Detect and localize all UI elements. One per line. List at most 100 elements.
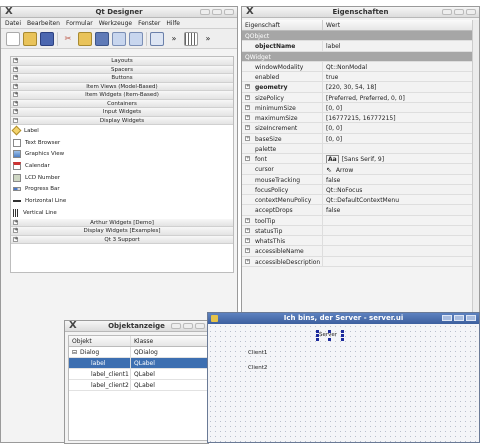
paste-icon[interactable] [95, 31, 109, 46]
menu-formular[interactable]: Formular [66, 20, 93, 27]
server-label-selection[interactable]: Server [316, 330, 344, 341]
toolbar-more-icon-2[interactable]: » [201, 32, 215, 46]
widget-editing-mode-icon[interactable] [150, 31, 164, 46]
widget-item[interactable]: Label [11, 125, 233, 137]
property-value[interactable] [323, 246, 474, 255]
expand-icon[interactable]: + [13, 219, 18, 225]
header-property[interactable]: Eigenschaft [242, 20, 323, 30]
property-row[interactable]: objectName label [242, 41, 474, 52]
property-value[interactable]: ⇖ Arrow [323, 164, 474, 173]
minimize-button[interactable] [442, 9, 452, 15]
designer-titlebar[interactable]: X Qt Designer [1, 6, 237, 18]
expand-icon[interactable]: + [245, 125, 250, 131]
expand-icon[interactable]: + [13, 83, 18, 89]
property-row[interactable]: palette [242, 143, 474, 154]
widget-category[interactable]: + Arthur Widgets [Demo] [11, 218, 233, 227]
close-button[interactable] [466, 315, 476, 321]
maximize-button[interactable] [454, 315, 464, 321]
widget-category[interactable]: + Item Views (Model-Based) [11, 82, 233, 91]
client2-label[interactable]: Client2 [248, 365, 267, 371]
expand-icon[interactable]: + [245, 258, 250, 264]
menu-werkzeuge[interactable]: Werkzeuge [99, 20, 132, 27]
widget-category[interactable]: + Qt 3 Support [11, 235, 233, 244]
close-button[interactable] [466, 9, 476, 15]
header-class[interactable]: Klasse [131, 336, 156, 346]
resize-handle[interactable] [316, 338, 319, 341]
properties-titlebar[interactable]: X Eigenschaften [242, 6, 479, 18]
property-row[interactable]: + sizeIncrement [0, 0] [242, 123, 474, 134]
property-value[interactable]: Qt::NonModal [323, 62, 474, 71]
objects-titlebar[interactable]: X Objektanzeige [65, 320, 208, 332]
widget-category[interactable]: + Containers [11, 99, 233, 108]
widget-category[interactable]: + Layouts [11, 57, 233, 66]
window-buttons[interactable] [442, 9, 476, 15]
widget-category[interactable]: + Buttons [11, 74, 233, 83]
property-row[interactable]: + font Aa [Sans Serif, 9] [242, 154, 474, 165]
property-value[interactable]: [220, 30, 54, 18] [323, 82, 474, 91]
minimize-button[interactable] [442, 315, 452, 321]
widget-category[interactable]: − Display Widgets [11, 116, 233, 125]
property-value[interactable]: Aa [Sans Serif, 9] [323, 154, 474, 164]
property-row[interactable]: enabled true [242, 72, 474, 83]
expand-icon[interactable]: + [245, 135, 250, 141]
expand-icon[interactable]: + [13, 228, 18, 233]
widget-item[interactable]: Calendar [11, 160, 233, 172]
widget-category[interactable]: + Spacers [11, 65, 233, 74]
expand-icon[interactable]: + [13, 109, 18, 114]
property-value[interactable] [323, 257, 474, 266]
close-button[interactable] [224, 9, 234, 15]
property-value[interactable]: [16777215, 16777215] [323, 113, 474, 122]
collapse-icon[interactable]: ⊟ [72, 349, 77, 356]
property-value[interactable] [323, 226, 474, 235]
widget-item[interactable]: Vertical Line [11, 207, 233, 219]
widget-item[interactable]: Graphics View [11, 148, 233, 160]
property-row[interactable]: mouseTracking false [242, 174, 474, 185]
expand-icon[interactable]: + [245, 156, 250, 161]
menu-fenster[interactable]: Fenster [138, 20, 160, 27]
object-row[interactable]: label QLabel [69, 358, 207, 369]
client1-label[interactable]: Client1 [248, 350, 267, 356]
resize-handle[interactable] [328, 338, 331, 341]
object-row[interactable]: label_client1 QLabel [69, 369, 207, 380]
expand-icon[interactable]: + [13, 100, 18, 106]
property-value[interactable]: false [323, 205, 474, 214]
property-value[interactable]: [0, 0] [323, 134, 474, 143]
expand-icon[interactable]: + [13, 92, 18, 97]
property-row[interactable]: + accessibleName [242, 246, 474, 257]
property-row[interactable]: + geometry [220, 30, 54, 18] [242, 82, 474, 93]
property-row[interactable]: + whatsThis [242, 236, 474, 247]
property-section[interactable]: QObject [242, 31, 474, 42]
property-row[interactable]: + statusTip [242, 225, 474, 236]
header-value[interactable]: Wert [323, 20, 474, 30]
property-row[interactable]: + minimumSize [0, 0] [242, 102, 474, 113]
expand-icon[interactable]: + [245, 104, 250, 110]
resize-handle[interactable] [341, 330, 344, 333]
menu-hilfe[interactable]: Hilfe [166, 20, 180, 27]
close-button[interactable] [195, 323, 205, 329]
expand-icon[interactable]: + [13, 66, 18, 72]
collapse-icon[interactable]: − [13, 117, 18, 123]
menu-bearbeiten[interactable]: Bearbeiten [27, 20, 60, 27]
property-value[interactable]: [0, 0] [323, 103, 474, 112]
copy-icon[interactable] [78, 31, 92, 46]
bring-front-icon[interactable] [112, 31, 126, 46]
header-object[interactable]: Objekt [69, 336, 131, 346]
minimize-button[interactable] [200, 9, 210, 15]
expand-icon[interactable]: + [13, 58, 18, 63]
property-value[interactable] [323, 216, 474, 225]
property-row[interactable]: acceptDrops false [242, 205, 474, 216]
expand-icon[interactable]: + [245, 248, 250, 254]
expand-icon[interactable]: + [245, 84, 250, 90]
property-value[interactable]: label [323, 41, 474, 50]
layout-icon[interactable] [184, 31, 198, 46]
property-row[interactable]: + accessibleDescription [242, 256, 474, 267]
maximize-button[interactable] [454, 9, 464, 15]
property-value[interactable]: Qt::NoFocus [323, 185, 474, 194]
property-row[interactable]: + maximumSize [16777215, 16777215] [242, 113, 474, 124]
expand-icon[interactable]: + [13, 75, 18, 80]
form-canvas[interactable]: Server Client1 Client2 [208, 324, 479, 442]
expand-icon[interactable]: + [245, 94, 250, 100]
property-row[interactable]: cursor ⇖ Arrow [242, 164, 474, 175]
widget-item[interactable]: LCD Number [11, 172, 233, 184]
property-value[interactable] [323, 144, 474, 153]
